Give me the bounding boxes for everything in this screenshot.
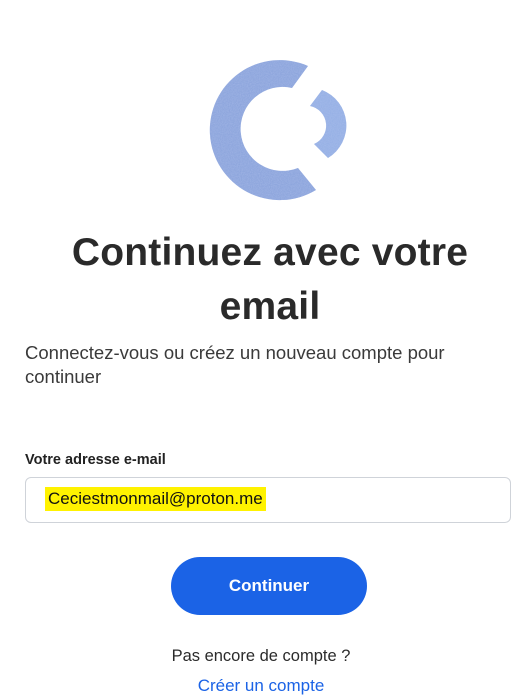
email-field-label: Votre adresse e-mail xyxy=(25,452,166,468)
page-subtitle: Connectez-vous ou créez un nouveau compt… xyxy=(25,342,445,387)
no-account-text: Pas encore de compte ? xyxy=(171,647,351,665)
continue-button[interactable]: Continuer xyxy=(171,557,367,615)
email-field-value: Ceciestmonmail@proton.me xyxy=(45,487,266,511)
email-field[interactable]: Ceciestmonmail@proton.me xyxy=(25,477,511,523)
page-title: Continuez avec votre email xyxy=(71,231,469,328)
create-account-link[interactable]: Créer un compte xyxy=(0,676,522,696)
brand-c-logo-icon xyxy=(209,60,347,201)
login-page: Continuez avec votre email Connectez-vou… xyxy=(0,0,522,700)
